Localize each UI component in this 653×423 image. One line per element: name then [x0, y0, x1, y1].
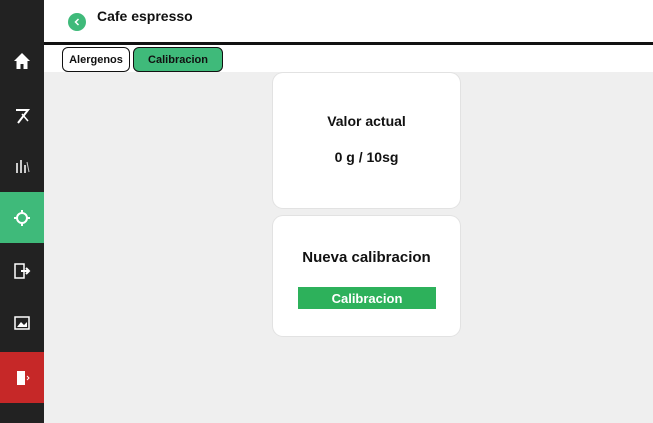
sidebar-item-image[interactable]: [0, 297, 44, 348]
tab-calibracion[interactable]: Calibracion: [133, 47, 223, 72]
sidebar-item-home[interactable]: [0, 35, 44, 86]
back-button[interactable]: [68, 13, 86, 31]
exit-door-icon: [17, 370, 30, 385]
tab-alergenos[interactable]: Alergenos: [62, 47, 130, 72]
current-value-card: Valor actual 0 g / 10sg: [273, 73, 460, 208]
home-icon: [14, 52, 30, 69]
sidebar-item-login[interactable]: [0, 245, 44, 296]
current-value-readout: 0 g / 10sg: [334, 149, 399, 165]
bar-chart-icon: [16, 159, 30, 173]
sidebar-item-statistics[interactable]: [0, 140, 44, 191]
sidebar-item-tools[interactable]: [0, 90, 44, 141]
chevron-left-icon: [74, 18, 80, 26]
page-title: Cafe espresso: [97, 8, 193, 24]
login-icon: [14, 262, 31, 279]
image-icon: [14, 315, 30, 330]
header-divider: [44, 42, 653, 45]
calibration-gear-icon: [14, 209, 30, 226]
current-value-label: Valor actual: [327, 113, 406, 129]
sidebar: [0, 0, 44, 423]
new-calibration-label: Nueva calibracion: [302, 249, 431, 266]
sidebar-item-exit[interactable]: [0, 352, 44, 403]
new-calibration-card: Nueva calibracion Calibracion: [273, 216, 460, 336]
calibrate-button[interactable]: Calibracion: [298, 287, 436, 309]
sidebar-item-calibration[interactable]: [0, 192, 44, 243]
tools-icon: [16, 108, 31, 124]
